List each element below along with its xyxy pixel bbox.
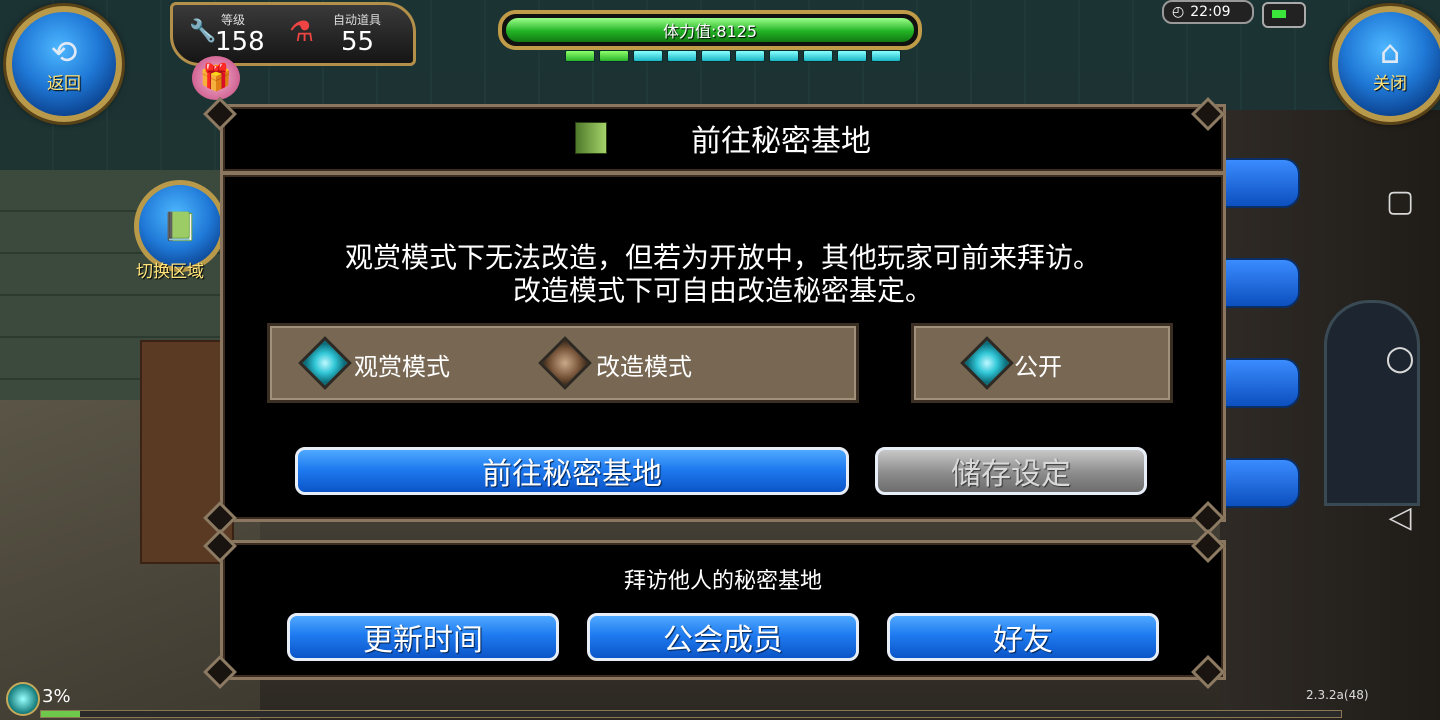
energy-segment xyxy=(735,50,765,62)
energy-segment xyxy=(803,50,833,62)
back-button[interactable]: ⟲ 返回 xyxy=(6,6,122,122)
save-settings-button[interactable]: 储存设定 xyxy=(875,447,1147,495)
secret-base-dialog: 观赏模式下无法改造，但若为开放中，其他玩家可前来拜访。 改造模式下可自由改造秘密… xyxy=(220,172,1226,522)
side-blue-button-3[interactable] xyxy=(1222,358,1300,408)
battery-icon xyxy=(1262,2,1306,28)
gift-icon[interactable]: 🎁 xyxy=(192,56,240,100)
auto-item-key: 自动道具 xyxy=(333,13,382,27)
switch-area-button[interactable]: 📗 切换区域 xyxy=(134,180,226,282)
exp-bar xyxy=(40,710,1342,718)
public-toggle[interactable]: 公开 xyxy=(911,323,1173,403)
energy-segment xyxy=(769,50,799,62)
level-value: 158 xyxy=(215,27,265,57)
energy-segment xyxy=(667,50,697,62)
stamina-text: 体力值:8125 xyxy=(662,22,758,41)
book-icon xyxy=(575,122,607,154)
go-to-secret-base-button[interactable]: 前往秘密基地 xyxy=(295,447,849,495)
back-nav-icon[interactable]: ◁ xyxy=(1360,500,1440,535)
diamond-radio-icon xyxy=(538,336,592,390)
energy-segment xyxy=(701,50,731,62)
side-blue-button-1[interactable] xyxy=(1222,158,1300,208)
visit-others-panel: 拜访他人的秘密基地 更新时间 公会成员 好友 xyxy=(220,540,1226,680)
mode-selector: 观赏模式 改造模式 xyxy=(267,323,859,403)
clock-time: 22:09 xyxy=(1190,4,1231,20)
diamond-radio-icon xyxy=(960,336,1014,390)
switch-area-label: 切换区域 xyxy=(136,262,204,282)
energy-segment xyxy=(565,50,595,62)
version-label: 2.3.2a(48) xyxy=(1306,688,1369,702)
public-label: 公开 xyxy=(1014,353,1062,381)
scene-window xyxy=(1324,300,1420,506)
dialog-title: 前往秘密基地 xyxy=(691,124,871,159)
visit-panel-title: 拜访他人的秘密基地 xyxy=(623,569,822,594)
side-blue-button-2[interactable] xyxy=(1222,258,1300,308)
friends-button[interactable]: 好友 xyxy=(887,613,1159,661)
energy-segment xyxy=(837,50,867,62)
energy-segment xyxy=(871,50,901,62)
mode-option-edit[interactable]: 改造模式 xyxy=(530,326,730,400)
energy-segment xyxy=(599,50,629,62)
description-line-2: 改造模式下可自由改造秘密基定。 xyxy=(512,274,933,307)
exp-orb-icon xyxy=(6,682,40,716)
home-icon: ⌂ xyxy=(1379,32,1401,71)
clock-icon: ◴ xyxy=(1172,4,1185,20)
mode-option-label: 改造模式 xyxy=(596,353,692,381)
level-key: 等级 xyxy=(221,13,246,27)
description-line-1: 观赏模式下无法改造，但若为开放中，其他玩家可前来拜访。 xyxy=(344,241,1101,274)
close-button[interactable]: ⌂ 关闭 xyxy=(1332,6,1440,122)
mode-option-view[interactable]: 观赏模式 xyxy=(290,326,490,400)
recent-apps-icon[interactable]: ▢ xyxy=(1360,184,1440,219)
clock-indicator: ◴ 22:09 xyxy=(1162,0,1254,24)
dialog-title-bar: 前往秘密基地 xyxy=(220,104,1226,174)
guild-members-button[interactable]: 公会成员 xyxy=(587,613,859,661)
home-nav-icon[interactable]: ○ xyxy=(1360,338,1440,378)
potion-icon[interactable]: ⚗ xyxy=(289,15,314,48)
stamina-bar: 体力值:8125 xyxy=(498,10,922,50)
back-label: 返回 xyxy=(47,73,81,94)
back-arrow-icon: ⟲ xyxy=(50,32,78,71)
diamond-radio-icon xyxy=(298,336,352,390)
exp-percent: 3% xyxy=(42,686,71,707)
auto-item-value: 55 xyxy=(341,27,375,57)
energy-segments xyxy=(565,50,901,62)
energy-segment xyxy=(633,50,663,62)
update-time-button[interactable]: 更新时间 xyxy=(287,613,559,661)
close-label: 关闭 xyxy=(1373,73,1407,94)
wrench-icon: 🔧 xyxy=(189,19,217,44)
mode-option-label: 观赏模式 xyxy=(354,353,450,381)
side-blue-button-4[interactable] xyxy=(1222,458,1300,508)
